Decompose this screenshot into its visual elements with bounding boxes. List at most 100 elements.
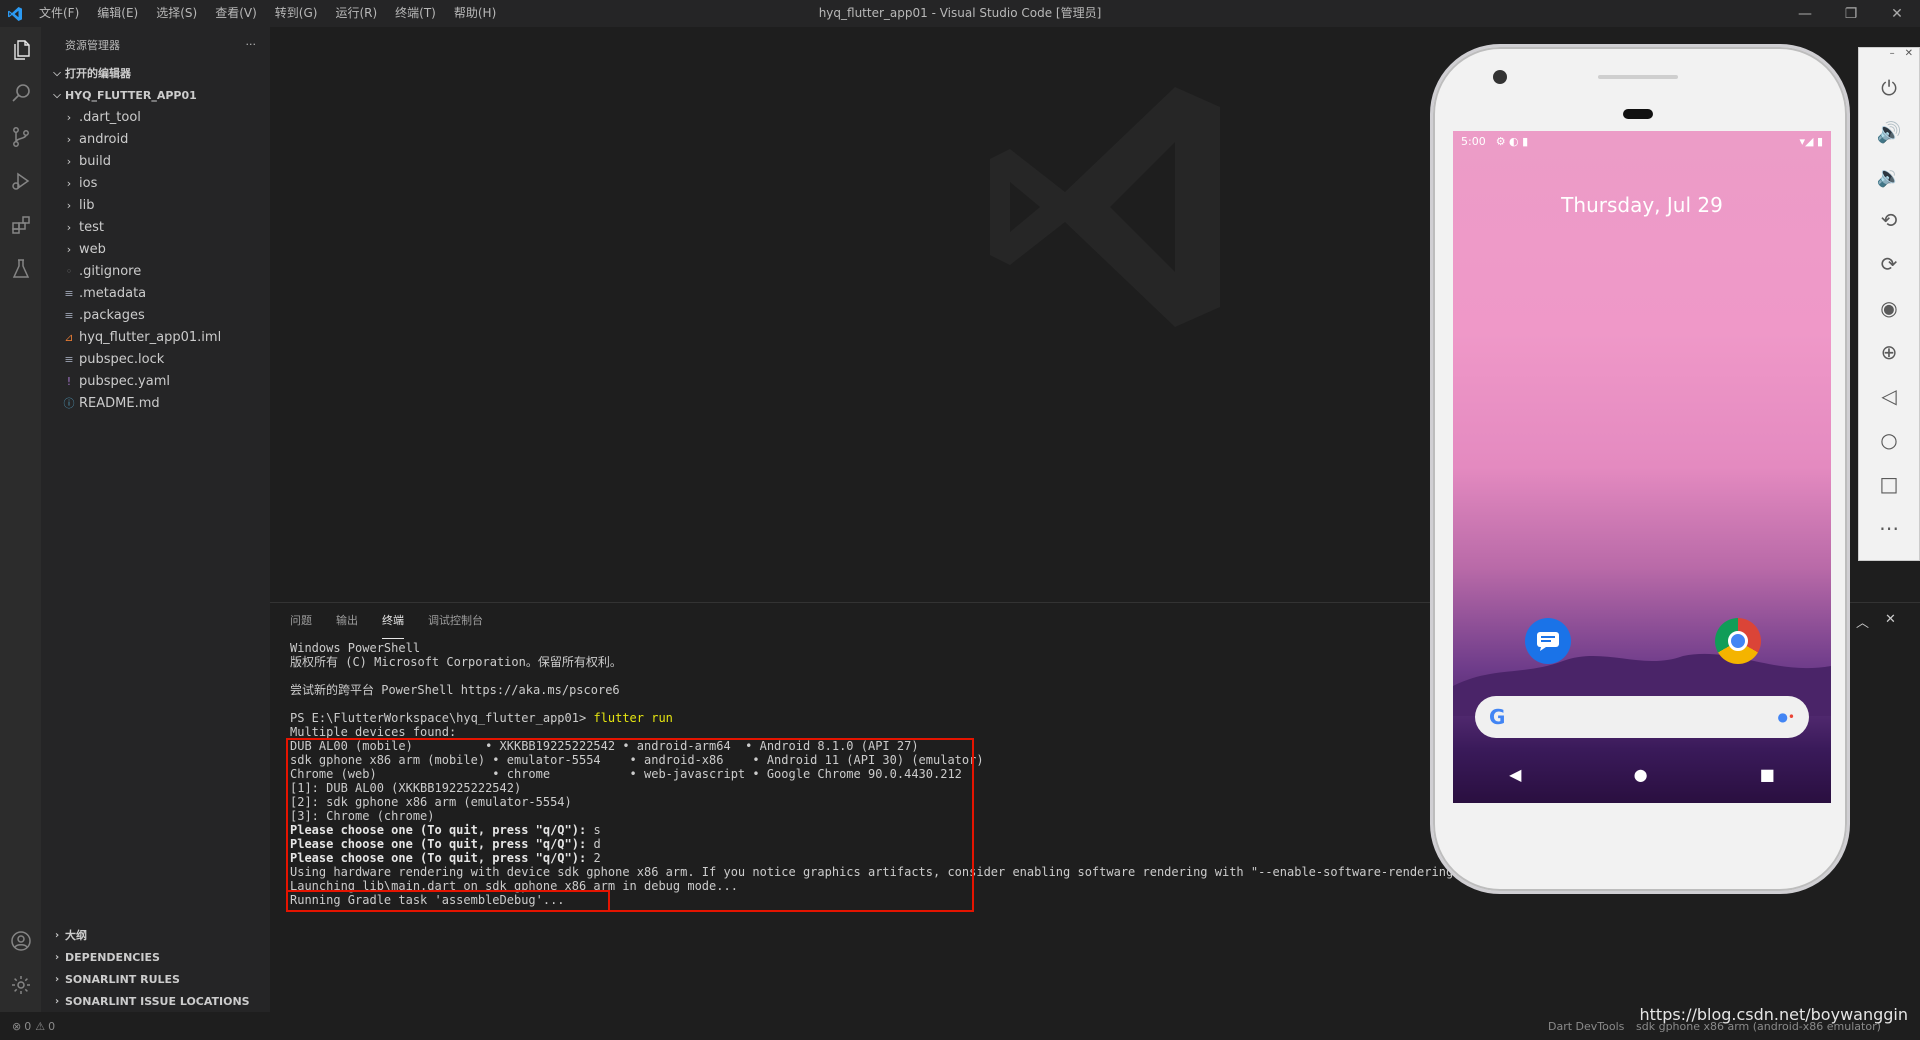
testing-flask-icon[interactable] xyxy=(0,247,41,291)
recents-nav-icon[interactable]: ■ xyxy=(1760,765,1775,784)
chevron-right-icon: › xyxy=(54,973,60,985)
folder-item[interactable]: › test xyxy=(41,216,270,238)
bottom-section[interactable]: › 大纲 xyxy=(41,924,270,946)
source-control-icon[interactable] xyxy=(0,115,41,159)
explorer-icon[interactable] xyxy=(0,27,41,71)
menu-item[interactable]: 文件(F) xyxy=(30,0,88,27)
restore-button[interactable]: ❐ xyxy=(1828,0,1874,27)
settings-gear-icon[interactable] xyxy=(0,963,41,1007)
close-panel-icon[interactable]: ✕ xyxy=(1885,612,1896,631)
bottom-section[interactable]: › SONARLINT ISSUE LOCATIONS xyxy=(41,990,270,1012)
folder-label: web xyxy=(79,241,106,257)
chevron-right-icon: › xyxy=(66,154,72,168)
chevron-right-icon: › xyxy=(66,198,72,212)
menu-item[interactable]: 查看(V) xyxy=(206,0,266,27)
screenshot-camera-icon[interactable]: ◉ xyxy=(1859,286,1919,330)
emulator-minimize-icon[interactable]: – xyxy=(1890,48,1895,66)
file-item[interactable]: ≡ pubspec.lock xyxy=(41,348,270,370)
file-item[interactable]: ! pubspec.yaml xyxy=(41,370,270,392)
folder-label: .dart_tool xyxy=(79,109,141,125)
menu-item[interactable]: 选择(S) xyxy=(147,0,206,27)
emulator-close-icon[interactable]: ✕ xyxy=(1905,48,1913,66)
chevron-right-icon: › xyxy=(54,995,60,1007)
home-nav-icon[interactable]: ● xyxy=(1634,765,1648,784)
zoom-icon[interactable]: ⊕ xyxy=(1859,330,1919,374)
maximize-panel-icon[interactable]: ︿ xyxy=(1856,612,1869,631)
run-debug-icon[interactable] xyxy=(0,159,41,203)
more-actions-icon[interactable]: ··· xyxy=(246,38,257,51)
earpiece xyxy=(1623,109,1653,119)
home-icon[interactable]: ○ xyxy=(1859,418,1919,462)
section-label: DEPENDENCIES xyxy=(65,950,160,964)
dart-devtools-link[interactable]: Dart DevTools xyxy=(1548,1020,1624,1033)
panel-tab[interactable]: 问题 xyxy=(290,603,312,639)
more-options-icon[interactable]: ⋯ xyxy=(1859,506,1919,550)
file-item[interactable]: ⓘ README.md xyxy=(41,392,270,414)
back-icon[interactable]: ◁ xyxy=(1859,374,1919,418)
power-icon[interactable]: ⏻ xyxy=(1859,66,1919,110)
vscode-watermark-icon xyxy=(990,87,1220,327)
menu-item[interactable]: 帮助(H) xyxy=(445,0,505,27)
folder-label: ios xyxy=(79,175,98,191)
messages-app-icon[interactable] xyxy=(1525,618,1571,664)
highlight-box-devices xyxy=(286,738,974,912)
minimize-button[interactable]: — xyxy=(1782,0,1828,27)
phone-status-bar: 5:00 ⚙ ◐ ▮ ▾◢ ▮ xyxy=(1453,131,1831,151)
bottom-section[interactable]: › DEPENDENCIES xyxy=(41,946,270,968)
google-search-bar[interactable]: G ●• xyxy=(1475,696,1809,738)
assistant-icon[interactable]: ●• xyxy=(1777,710,1795,724)
menu-item[interactable]: 终端(T) xyxy=(386,0,445,27)
folder-label: lib xyxy=(79,197,95,213)
section-label: SONARLINT ISSUE LOCATIONS xyxy=(65,994,250,1008)
open-editors-section[interactable]: ⌵ 打开的编辑器 xyxy=(41,62,270,84)
warning-count[interactable]: 0 xyxy=(48,1020,55,1033)
panel-tab[interactable]: 终端 xyxy=(382,603,404,639)
chevron-down-icon: ⌵ xyxy=(53,89,61,101)
folder-item[interactable]: › .dart_tool xyxy=(41,106,270,128)
rotate-right-icon[interactable]: ⟳ xyxy=(1859,242,1919,286)
menu-item[interactable]: 编辑(E) xyxy=(88,0,147,27)
chevron-right-icon: › xyxy=(66,132,72,146)
back-nav-icon[interactable]: ◀ xyxy=(1509,765,1521,784)
file-tree: › .dart_tool › android › build › ios › lib › test › w… xyxy=(41,106,270,414)
file-type-icon: ◦ xyxy=(65,264,73,278)
explorer-sidebar: 资源管理器 ··· ⌵ 打开的编辑器 ⌵ HYQ_FLUTTER_APP01 › .d… xyxy=(41,27,270,1012)
warning-icon[interactable]: ⚠ xyxy=(35,1020,45,1033)
folder-label: android xyxy=(79,131,129,147)
error-icon[interactable]: ⊗ xyxy=(12,1020,21,1033)
file-item[interactable]: ◦ .gitignore xyxy=(41,260,270,282)
file-type-icon: ⓘ xyxy=(63,397,75,410)
menu-item[interactable]: 运行(R) xyxy=(326,0,386,27)
volume-up-icon[interactable]: 🔊 xyxy=(1859,110,1919,154)
file-item[interactable]: ⊿ hyq_flutter_app01.iml xyxy=(41,326,270,348)
file-item[interactable]: ≡ .metadata xyxy=(41,282,270,304)
folder-item[interactable]: › android xyxy=(41,128,270,150)
section-label: 大纲 xyxy=(65,929,87,942)
bottom-section[interactable]: › SONARLINT RULES xyxy=(41,968,270,990)
menu-item[interactable]: 转到(G) xyxy=(266,0,327,27)
phone-screen[interactable]: 5:00 ⚙ ◐ ▮ ▾◢ ▮ Thursday, Jul 29 G ●• ◀ … xyxy=(1453,131,1831,803)
close-window-button[interactable]: ✕ xyxy=(1874,0,1920,27)
project-section[interactable]: ⌵ HYQ_FLUTTER_APP01 xyxy=(41,84,270,106)
account-icon[interactable] xyxy=(0,919,41,963)
file-type-icon: ⊿ xyxy=(64,330,74,344)
folder-label: build xyxy=(79,153,111,169)
rotate-left-icon[interactable]: ⟲ xyxy=(1859,198,1919,242)
panel-tab[interactable]: 输出 xyxy=(336,603,358,639)
panel-tab[interactable]: 调试控制台 xyxy=(428,603,483,639)
folder-item[interactable]: › build xyxy=(41,150,270,172)
error-count[interactable]: 0 xyxy=(24,1020,31,1033)
extensions-icon[interactable] xyxy=(0,203,41,247)
folder-item[interactable]: › web xyxy=(41,238,270,260)
file-label: hyq_flutter_app01.iml xyxy=(79,329,222,345)
overview-icon[interactable]: □ xyxy=(1859,462,1919,506)
volume-down-icon[interactable]: 🔉 xyxy=(1859,154,1919,198)
folder-item[interactable]: › lib xyxy=(41,194,270,216)
terminal-line: PS E:\FlutterWorkspace\hyq_flutter_app01… xyxy=(290,711,673,725)
file-item[interactable]: ≡ .packages xyxy=(41,304,270,326)
folder-item[interactable]: › ios xyxy=(41,172,270,194)
chrome-app-icon[interactable] xyxy=(1715,618,1761,664)
search-icon[interactable] xyxy=(0,71,41,115)
